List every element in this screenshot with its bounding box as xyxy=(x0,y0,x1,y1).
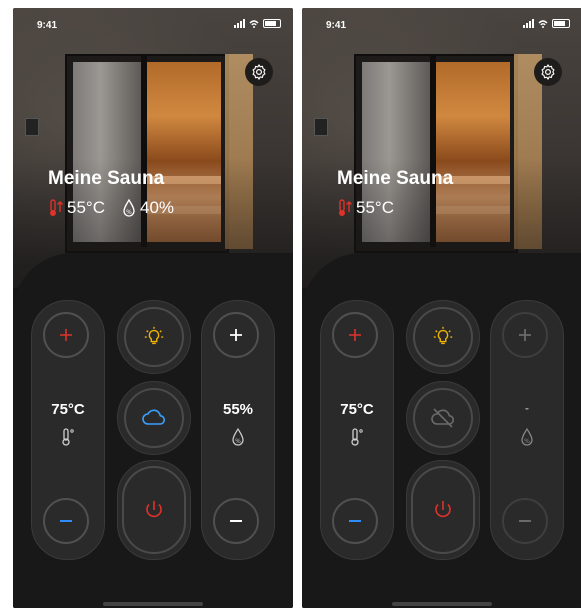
wall-panel xyxy=(25,118,39,136)
humidity-drop-icon: % xyxy=(123,198,135,217)
status-time: 9:41 xyxy=(326,20,347,31)
humidity-control: 55% % xyxy=(201,300,275,560)
current-temperature: 55°C xyxy=(337,198,394,218)
steam-toggle-button[interactable] xyxy=(406,381,480,455)
temperature-increase-button[interactable] xyxy=(332,312,378,358)
temperature-control: 75°C xyxy=(320,300,394,560)
humidity-control: - % xyxy=(490,300,564,560)
wifi-icon xyxy=(249,19,259,28)
current-temperature-value: 55°C xyxy=(356,198,394,217)
current-temperature-value: 55°C xyxy=(67,198,105,217)
power-icon xyxy=(435,501,451,518)
thermometer-up-icon xyxy=(339,199,352,216)
thermometer-icon xyxy=(62,428,74,446)
temperature-decrease-button[interactable] xyxy=(332,498,378,544)
sauna-hero-image xyxy=(302,8,581,288)
gear-icon xyxy=(541,64,555,80)
status-icons xyxy=(234,19,281,28)
light-toggle-button[interactable] xyxy=(406,300,480,374)
plus-icon xyxy=(60,329,72,341)
home-indicator xyxy=(103,602,203,606)
sauna-screen-humidity-off: 9:41 Meine Sauna 55°C 75°C - % xyxy=(302,8,581,608)
svg-text:%: % xyxy=(235,438,241,445)
plus-icon xyxy=(519,329,531,341)
settings-button[interactable] xyxy=(534,58,562,86)
current-readings: 55°C % 40% xyxy=(48,198,174,218)
sauna-title: Meine Sauna xyxy=(48,168,165,189)
signal-icon xyxy=(523,19,534,28)
lightbulb-icon xyxy=(433,326,453,345)
humidity-increase-button[interactable] xyxy=(502,312,548,358)
thermometer-up-icon xyxy=(50,199,63,216)
current-humidity-value: 40% xyxy=(139,198,175,217)
humidity-drop-icon: % xyxy=(232,427,244,446)
power-button[interactable] xyxy=(117,460,191,560)
temperature-control: 75°C xyxy=(31,300,105,560)
sauna-title: Meine Sauna xyxy=(337,168,454,189)
current-temperature: 55°C xyxy=(48,198,105,218)
minus-icon xyxy=(230,520,242,522)
home-indicator xyxy=(392,602,492,606)
status-time: 9:41 xyxy=(37,20,58,31)
minus-icon xyxy=(349,520,361,522)
temperature-target-value: 75°C xyxy=(51,401,85,418)
steam-toggle-button[interactable] xyxy=(117,381,191,455)
current-readings: 55°C xyxy=(337,198,394,218)
cloud-off-icon xyxy=(431,408,455,428)
minus-icon xyxy=(60,520,72,522)
battery-icon xyxy=(552,19,570,28)
humidity-target-value: 55% xyxy=(222,401,254,418)
status-icons xyxy=(523,19,570,28)
humidity-target-value: - xyxy=(525,401,529,415)
humidity-decrease-button[interactable] xyxy=(502,498,548,544)
cloud-icon xyxy=(142,409,166,425)
humidity-increase-button[interactable] xyxy=(213,312,259,358)
temperature-increase-button[interactable] xyxy=(43,312,89,358)
settings-button[interactable] xyxy=(245,58,273,86)
power-icon xyxy=(146,501,162,518)
light-toggle-button[interactable] xyxy=(117,300,191,374)
plus-icon xyxy=(230,329,242,341)
temperature-target-value: 75°C xyxy=(340,401,374,418)
wall-panel xyxy=(314,118,328,136)
power-button[interactable] xyxy=(406,460,480,560)
lightbulb-icon xyxy=(144,326,164,345)
svg-text:%: % xyxy=(524,438,530,445)
wifi-icon xyxy=(538,19,548,28)
thermometer-icon xyxy=(351,428,363,446)
svg-text:%: % xyxy=(126,209,132,216)
humidity-decrease-button[interactable] xyxy=(213,498,259,544)
sauna-screen-humidity-on: 9:41 Meine Sauna 55°C % 40% 75°C 55% % xyxy=(13,8,293,608)
current-humidity: % 40% xyxy=(121,198,174,218)
battery-icon xyxy=(263,19,281,28)
temperature-decrease-button[interactable] xyxy=(43,498,89,544)
plus-icon xyxy=(349,329,361,341)
signal-icon xyxy=(234,19,245,28)
minus-icon xyxy=(519,520,531,522)
humidity-drop-icon: % xyxy=(521,427,533,446)
sauna-hero-image xyxy=(13,8,293,288)
gear-icon xyxy=(252,64,266,80)
